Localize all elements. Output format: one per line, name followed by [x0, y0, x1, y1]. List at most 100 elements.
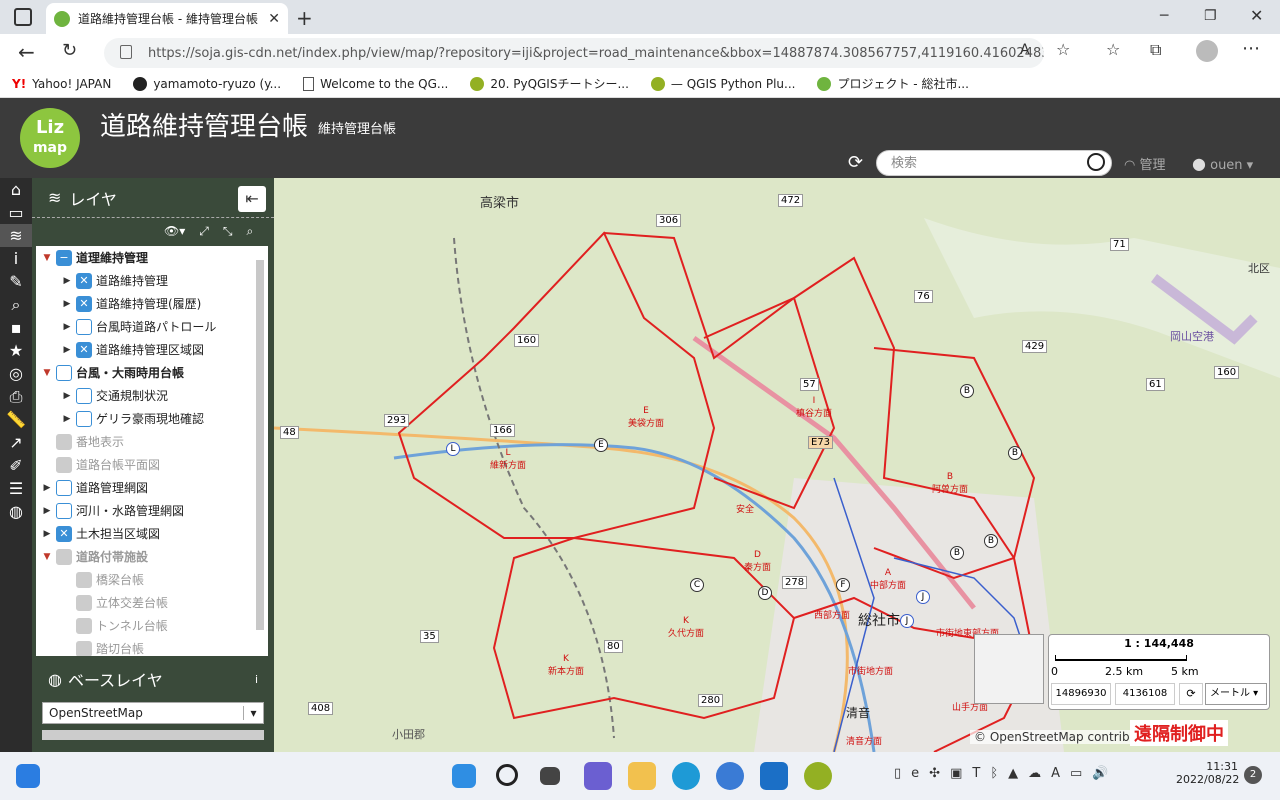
more-menu-icon[interactable]: ⋯	[1242, 38, 1260, 59]
admin-link[interactable]: ◠ 管理	[1124, 154, 1166, 173]
map-marker[interactable]: J	[900, 614, 914, 628]
caret-right-icon[interactable]: ▶	[62, 276, 72, 286]
reload-icon[interactable]: ↻	[62, 40, 77, 61]
map-marker[interactable]: E	[594, 438, 608, 452]
layer-checkbox[interactable]: ✕	[56, 525, 72, 542]
battery-icon[interactable]: ▭	[1070, 766, 1082, 781]
close-window-icon[interactable]: ✕	[1250, 6, 1263, 25]
tray-icon[interactable]: ☁	[1028, 766, 1041, 781]
zoom-layer-icon[interactable]: ⌕	[246, 224, 253, 239]
task-view-icon[interactable]	[540, 767, 560, 785]
map-marker[interactable]: B	[950, 546, 964, 560]
search-nav-icon[interactable]: ⌕	[0, 293, 32, 316]
layer-checkbox[interactable]: ✕	[76, 272, 92, 289]
favorite-item[interactable]: Welcome to the QG...	[303, 76, 448, 91]
caret-right-icon[interactable]: ▶	[42, 506, 52, 516]
caret-right-icon[interactable]: ▶	[42, 529, 52, 539]
layer-row[interactable]: ▶ 道路管理網図	[36, 476, 268, 499]
star-icon[interactable]: ★	[0, 339, 32, 362]
profile-avatar[interactable]	[1196, 40, 1218, 62]
comment-icon[interactable]: ▪	[0, 316, 32, 339]
caret-right-icon[interactable]: ▶	[62, 414, 72, 424]
overview-map[interactable]	[974, 634, 1044, 704]
sidebar-toggle-icon[interactable]	[14, 8, 32, 26]
tray-icon[interactable]: ✣	[929, 766, 940, 781]
layer-checkbox[interactable]	[56, 364, 72, 381]
tray-icon[interactable]: ▣	[950, 766, 962, 781]
caret-down-icon[interactable]: ▼	[42, 253, 52, 263]
edit-icon[interactable]: ✎	[0, 270, 32, 293]
shrink-icon[interactable]: ⤡	[223, 224, 233, 239]
favorite-item[interactable]: 20. PyQGISチートシー...	[470, 75, 629, 92]
tab-close-icon[interactable]: ✕	[268, 11, 280, 27]
info-small-icon[interactable]: i	[255, 673, 258, 686]
browser-tab[interactable]: 道路維持管理台帳 - 維持管理台帳 ✕	[46, 3, 288, 34]
layer-row[interactable]: 立体交差台帳	[36, 591, 268, 614]
explorer-icon[interactable]	[628, 762, 656, 790]
layer-row[interactable]: 番地表示	[36, 430, 268, 453]
caret-down-icon[interactable]: ▼	[42, 552, 52, 562]
user-menu[interactable]: ● ouen ▾	[1192, 154, 1253, 173]
layer-checkbox[interactable]	[56, 502, 72, 519]
coord-refresh-icon[interactable]: ⟳	[1179, 683, 1203, 705]
back-icon[interactable]: ←	[18, 40, 35, 64]
tray-icon[interactable]: e	[911, 766, 919, 781]
map-marker[interactable]: D	[758, 586, 772, 600]
layer-row[interactable]: ▶ 交通規制状況	[36, 384, 268, 407]
pencil-icon[interactable]: ✐	[0, 454, 32, 477]
layer-row[interactable]: ▼ 台風・大雨時用台帳	[36, 361, 268, 384]
refresh-icon[interactable]: ⟳	[848, 152, 863, 173]
layer-checkbox[interactable]: ✕	[76, 295, 92, 312]
layer-row[interactable]: ▶ ✕ 道路維持管理(履歴)	[36, 292, 268, 315]
layer-row[interactable]: ▶ ✕ 道路維持管理区域図	[36, 338, 268, 361]
caret-down-icon[interactable]: ▼	[42, 368, 52, 378]
layer-row[interactable]: 道路台帳平面図	[36, 453, 268, 476]
map-canvas[interactable]: 高梁市 北区 岡山空港 小田郡 総社市 清音 306 472 71 76 429…	[274, 178, 1280, 752]
layer-row[interactable]: ▶ ゲリラ豪雨現地確認	[36, 407, 268, 430]
caret-right-icon[interactable]: ▶	[42, 483, 52, 493]
print-icon[interactable]: ⎙	[0, 385, 32, 408]
caret-right-icon[interactable]: ▶	[62, 391, 72, 401]
expand-icon[interactable]: ⤢	[199, 224, 209, 239]
layer-row[interactable]: トンネル台帳	[36, 614, 268, 637]
layer-checkbox[interactable]	[76, 387, 92, 404]
map-marker[interactable]: B	[1008, 446, 1022, 460]
measure-icon[interactable]: 📏	[0, 408, 32, 431]
map-marker[interactable]: L	[446, 442, 460, 456]
tray-icon[interactable]: T	[972, 766, 980, 781]
caret-right-icon[interactable]: ▶	[62, 322, 72, 332]
notification-badge[interactable]: 2	[1244, 766, 1262, 784]
favorite-item[interactable]: Y! Yahoo! JAPAN	[12, 77, 111, 91]
caret-right-icon[interactable]: ▶	[62, 345, 72, 355]
minimize-icon[interactable]: ─	[1160, 8, 1168, 24]
app-icon[interactable]	[716, 762, 744, 790]
url-field[interactable]: https://soja.gis-cdn.net/index.php/view/…	[104, 38, 1044, 68]
map-marker[interactable]: J	[916, 590, 930, 604]
layer-checkbox[interactable]	[56, 479, 72, 496]
ime-icon[interactable]: A	[1051, 766, 1060, 781]
layer-row[interactable]: ▶ 河川・水路管理網図	[36, 499, 268, 522]
bluetooth-icon[interactable]: ᛒ	[990, 766, 998, 781]
map-marker[interactable]: F	[836, 578, 850, 592]
layer-checkbox[interactable]	[76, 318, 92, 335]
favorite-item[interactable]: yamamoto-ryuzo (y...	[133, 76, 281, 91]
favorite-item[interactable]: — QGIS Python Plu...	[650, 76, 795, 91]
tray-icon[interactable]: ▲	[1008, 766, 1018, 781]
home-icon[interactable]: ⌂	[0, 178, 32, 201]
layer-checkbox[interactable]: ✕	[76, 341, 92, 358]
layer-checkbox[interactable]	[76, 410, 92, 427]
layers-icon[interactable]: ≋	[0, 224, 32, 247]
new-tab-icon[interactable]: +	[296, 6, 313, 30]
globe-icon[interactable]: ◍	[0, 500, 32, 523]
map-marker[interactable]: B	[984, 534, 998, 548]
share-icon[interactable]: ↗	[0, 431, 32, 454]
layer-row[interactable]: 踏切台帳	[36, 637, 268, 656]
baselayer-select[interactable]: OpenStreetMap ▾	[42, 702, 264, 724]
horizontal-scrollbar[interactable]	[42, 730, 264, 740]
maximize-icon[interactable]: ❐	[1204, 8, 1217, 24]
clock[interactable]: 11:31 2022/08/22	[1176, 760, 1239, 786]
search-input[interactable]: 検索	[876, 150, 1112, 176]
info-icon[interactable]: i	[0, 247, 32, 270]
layer-row[interactable]: ▼ 道路付帯施設	[36, 545, 268, 568]
teams-icon[interactable]	[584, 762, 612, 790]
